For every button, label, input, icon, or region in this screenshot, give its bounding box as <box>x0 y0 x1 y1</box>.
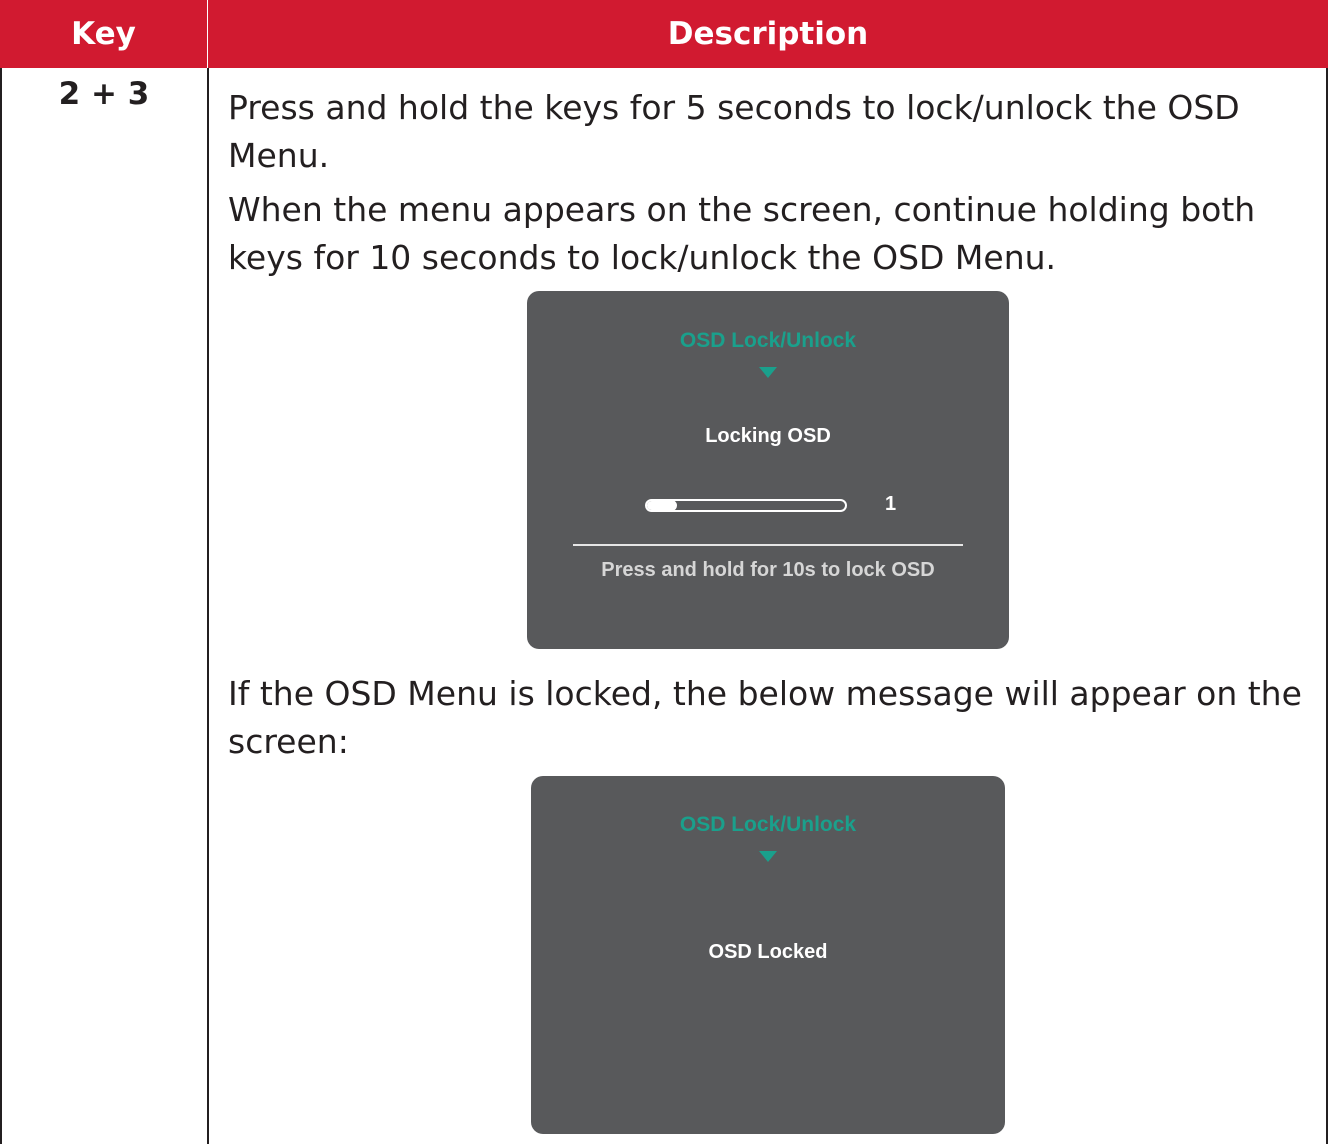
description-paragraph-2: When the menu appears on the screen, con… <box>228 190 1256 277</box>
osd-locked-dialog: OSD Lock/Unlock OSD Locked <box>531 776 1005 1134</box>
lock-progress-bar <box>645 499 847 512</box>
osd-message: Locking OSD <box>705 425 831 447</box>
osd-locking-dialog: OSD Lock/Unlock Locking OSD 1 Press and … <box>527 291 1009 649</box>
key-cell: 2 + 3 <box>58 76 150 112</box>
table-border-middle <box>207 68 209 1144</box>
table-border-left <box>0 68 2 1144</box>
header-key: Key <box>0 0 208 68</box>
description-paragraph-3: If the OSD Menu is locked, the below mes… <box>228 674 1302 761</box>
osd-title: OSD Lock/Unlock <box>679 329 857 352</box>
osd-message: OSD Locked <box>708 941 828 963</box>
key-description-table: Key Description 2 + 3 Press and hold the… <box>0 0 1328 1144</box>
osd-hint: Press and hold for 10s to lock OSD <box>601 559 935 581</box>
chevron-down-icon <box>759 367 777 378</box>
progress-counter: 1 <box>885 493 897 515</box>
divider <box>573 544 963 546</box>
progress-knob <box>665 500 677 511</box>
description-paragraph-1: Press and hold the keys for 5 seconds to… <box>228 88 1240 175</box>
chevron-down-icon <box>759 851 777 862</box>
osd-title: OSD Lock/Unlock <box>679 813 857 836</box>
header-description: Description <box>208 0 1328 68</box>
